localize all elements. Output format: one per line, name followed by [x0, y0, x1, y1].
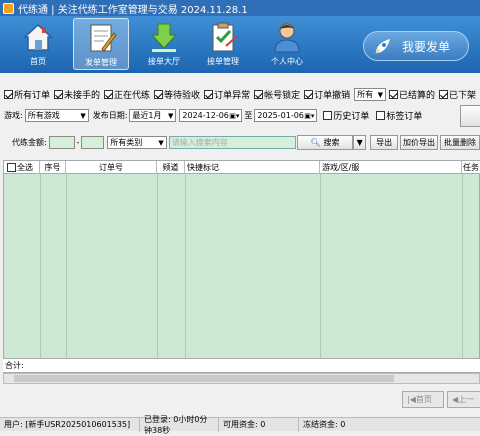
select-all-header[interactable]: 全选	[4, 161, 40, 174]
notebook-pen-icon	[90, 24, 117, 52]
rocket-icon	[375, 39, 390, 54]
col-index[interactable]: 序号	[40, 161, 66, 174]
search-button[interactable]: 🔍︎ 搜索	[296, 135, 354, 150]
filter-account-locked-checkbox[interactable]: 帐号锁定	[254, 88, 300, 101]
person-icon	[274, 23, 300, 53]
date-to-label: 至	[244, 111, 253, 120]
column-divider	[40, 174, 41, 359]
first-page-icon: |◀	[407, 395, 416, 404]
col-game-server[interactable]: 游戏/区/服	[320, 161, 462, 174]
publish-order-button[interactable]: 我要发单	[363, 31, 469, 61]
game-select[interactable]: 所有游戏 ▼	[24, 109, 89, 122]
clipboard-check-icon	[212, 22, 238, 52]
first-page-button[interactable]: |◀ 首页	[402, 391, 444, 408]
date-range-select[interactable]: 最近1月 ▼	[129, 109, 177, 122]
column-divider	[320, 174, 321, 359]
status-login-time: 已登录: 0小时0分钟38秒	[140, 415, 219, 435]
download-arrow-icon	[150, 23, 178, 52]
window-title: 代练通 | 关注代练工作室管理与交易 2024.11.28.1	[18, 4, 248, 16]
category-select[interactable]: 所有类别 ▼	[107, 136, 167, 149]
date-label: 发布日期:	[92, 111, 128, 120]
date-from-picker[interactable]: 2024-12-06 ▣▾	[179, 109, 243, 122]
chevron-down-icon: ▼	[80, 111, 86, 120]
game-label: 游戏:	[4, 111, 23, 120]
amount-search-row: 代练金额: - 所有类别 ▼ 请输入搜索内容 🔍︎ 搜索 ▼ 导出 加价导出 批量删…	[0, 135, 480, 150]
column-divider	[185, 174, 186, 359]
column-divider	[462, 174, 463, 359]
col-task[interactable]: 任务	[462, 161, 480, 174]
app-icon	[3, 2, 14, 14]
nav-personal-center-button[interactable]: 个人中心	[259, 18, 315, 70]
price-export-button[interactable]: 加价导出	[399, 135, 438, 150]
nav-publish-manage-button[interactable]: 发单管理	[73, 18, 129, 70]
filter-settled-checkbox[interactable]: 已结算的	[388, 88, 435, 101]
prev-page-button[interactable]: ◀ 上一	[447, 391, 480, 408]
filter-unaccepted-checkbox[interactable]: 未接手的	[54, 88, 100, 101]
calendar-icon: ▣▾	[229, 111, 240, 120]
game-date-filter-row: 游戏: 所有游戏 ▼ 发布日期: 最近1月 ▼ 2024-12-06 ▣▾ 至 202…	[0, 105, 480, 127]
search-icon: 🔍︎	[310, 138, 321, 147]
status-filter-row: 所有订单 未接手的 正在代练 等待验收 订单异常 帐号锁定 订单撤销 所有 ▼ 已…	[0, 88, 480, 101]
title-bar: 代练通 | 关注代练工作室管理与交易 2024.11.28.1	[0, 0, 480, 16]
history-orders-checkbox[interactable]: 历史订单	[323, 109, 369, 122]
export-button[interactable]: 导出	[370, 135, 398, 150]
horizontal-scrollbar[interactable]	[3, 373, 480, 384]
filter-awaiting-check-checkbox[interactable]: 等待验收	[154, 88, 200, 101]
filter-all-orders-checkbox[interactable]: 所有订单	[4, 88, 50, 101]
home-icon	[23, 23, 53, 51]
date-to-picker[interactable]: 2025-01-06 ▣▾	[254, 109, 318, 122]
chevron-down-icon: ▼	[168, 111, 174, 120]
nav-home-button[interactable]: 首页	[10, 18, 66, 70]
column-divider	[157, 174, 158, 359]
scrollbar-thumb[interactable]	[14, 375, 394, 382]
status-user: 用户: [新手USR2025010601535]	[0, 417, 140, 432]
col-quick-tag[interactable]: 快捷标记	[185, 161, 320, 174]
status-select[interactable]: 所有 ▼	[354, 88, 386, 101]
chevron-down-icon: ▼	[158, 138, 164, 147]
status-available-funds: 可用资金: 0	[219, 417, 299, 432]
column-divider	[66, 174, 67, 359]
status-bar: 用户: [新手USR2025010601535] 已登录: 0小时0分钟38秒 …	[0, 415, 480, 435]
orders-table[interactable]: 全选 序号 订单号 频道 快捷标记 游戏/区/服 任务	[3, 160, 480, 373]
col-order-no[interactable]: 订单号	[66, 161, 157, 174]
query-button[interactable]	[460, 105, 480, 127]
amount-min-input[interactable]	[48, 136, 75, 149]
amount-max-input[interactable]	[81, 136, 105, 149]
amount-label: 代练金额:	[12, 138, 47, 147]
chevron-down-icon: ▼	[377, 90, 383, 99]
search-dropdown-button[interactable]: ▼	[353, 135, 367, 150]
table-header: 全选 序号 订单号 频道 快捷标记 游戏/区/服 任务	[4, 161, 480, 174]
batch-delete-button[interactable]: 批量删除	[439, 135, 480, 150]
filter-order-revoked-checkbox[interactable]: 订单撤销	[304, 88, 350, 101]
filter-delisted-checkbox[interactable]: 已下架	[438, 88, 476, 101]
nav-accept-manage-button[interactable]: 接单管理	[195, 18, 251, 70]
status-frozen-funds: 冻结资金: 0	[303, 420, 346, 429]
search-input[interactable]: 请输入搜索内容	[168, 136, 296, 149]
main-toolbar: 首页 发单管理 接单大厅 接单管理 个人中心 我要发单	[0, 16, 480, 73]
col-channel[interactable]: 频道	[157, 161, 185, 174]
tag-orders-checkbox[interactable]: 标签订单	[376, 109, 422, 122]
calendar-icon: ▣▾	[304, 111, 315, 120]
nav-order-hall-button[interactable]: 接单大厅	[136, 18, 192, 70]
filter-order-exception-checkbox[interactable]: 订单异常	[204, 88, 250, 101]
summary-row: 合计:	[3, 358, 480, 372]
filter-in-progress-checkbox[interactable]: 正在代练	[104, 88, 150, 101]
